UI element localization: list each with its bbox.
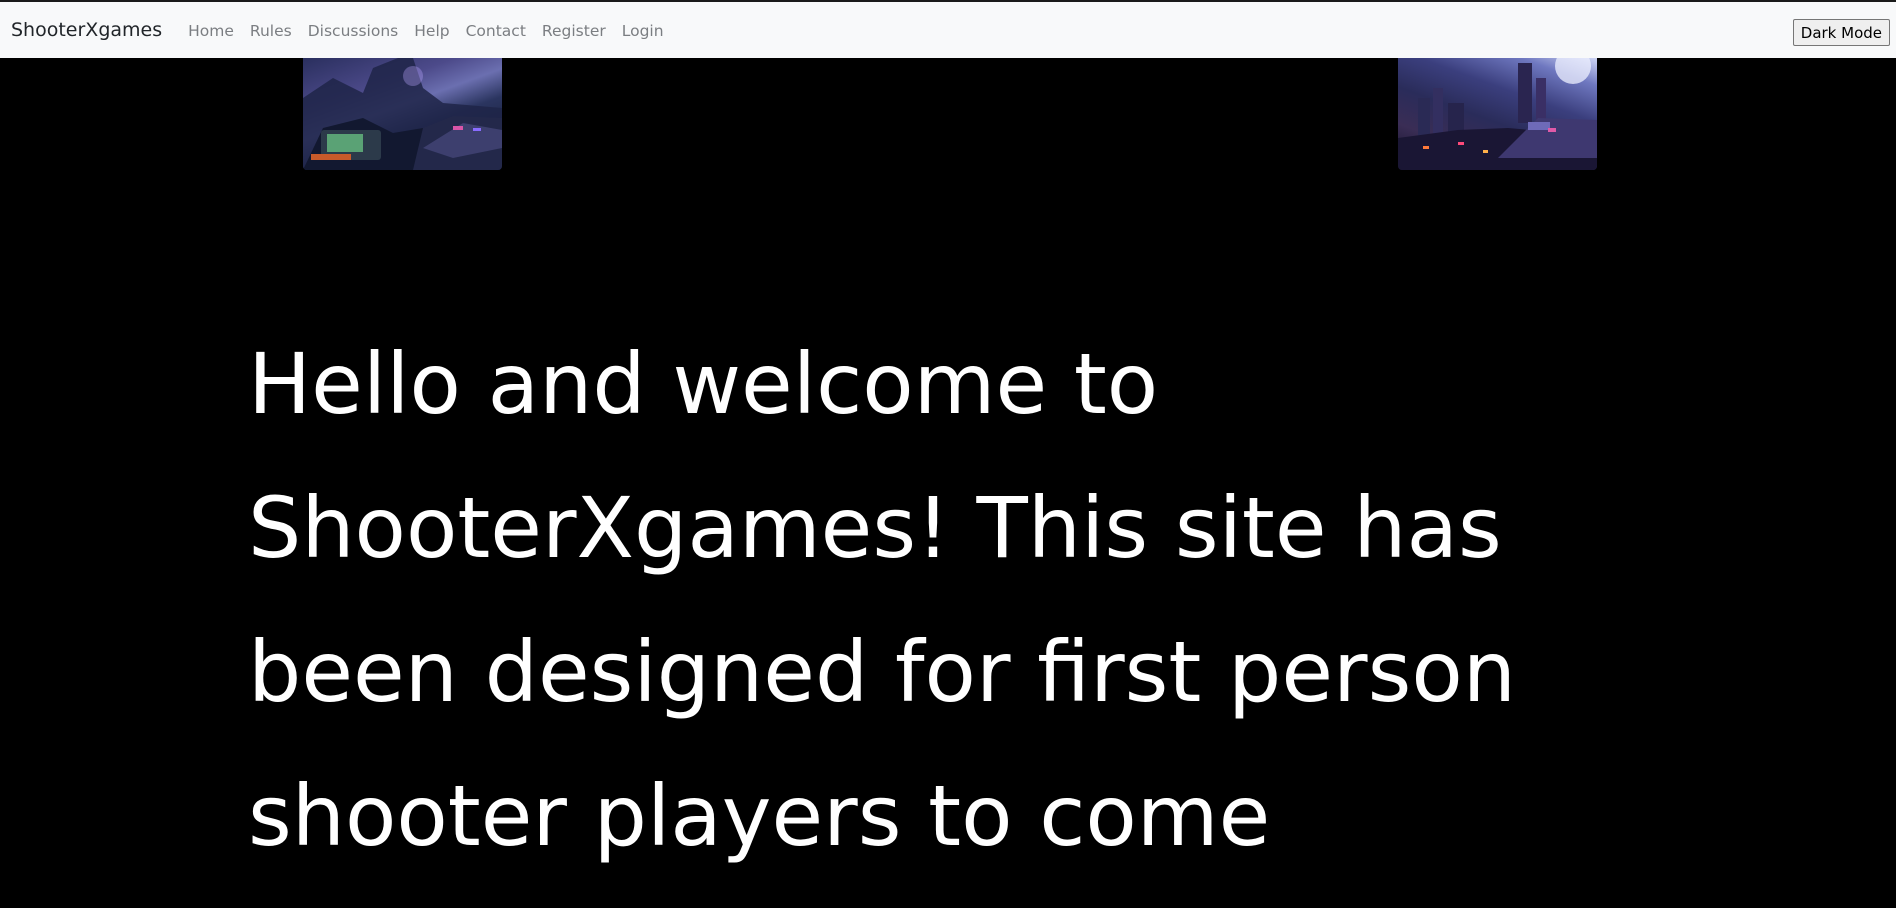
brand-link[interactable]: ShooterXgames <box>11 19 162 41</box>
nav-item-login: Login <box>614 21 672 40</box>
nav-item-discussions: Discussions <box>300 21 407 40</box>
nav-item-home: Home <box>180 21 242 40</box>
nav-link-home[interactable]: Home <box>180 22 242 40</box>
nav-link-login[interactable]: Login <box>614 22 672 40</box>
nav-link-discussions[interactable]: Discussions <box>300 22 407 40</box>
game-screenshot-right-art <box>1398 58 1597 170</box>
nav-item-rules: Rules <box>242 21 300 40</box>
nav-item-contact: Contact <box>458 21 534 40</box>
nav-link-register[interactable]: Register <box>534 22 614 40</box>
nav-link-contact[interactable]: Contact <box>458 22 534 40</box>
nav-links: Home Rules Discussions Help Contact Regi… <box>180 21 671 40</box>
game-screenshot-left <box>303 58 502 170</box>
game-screenshot-left-art <box>303 58 502 170</box>
dark-mode-button[interactable]: Dark Mode <box>1792 19 1890 46</box>
nav-link-help[interactable]: Help <box>406 22 457 40</box>
game-screenshot-right <box>1398 58 1597 170</box>
nav-item-register: Register <box>534 21 614 40</box>
top-navbar: ShooterXgames Home Rules Discussions Hel… <box>0 0 1896 58</box>
welcome-heading: Hello and welcome to ShooterXgames! This… <box>248 335 1516 865</box>
nav-item-help: Help <box>406 21 457 40</box>
nav-link-rules[interactable]: Rules <box>242 22 300 40</box>
